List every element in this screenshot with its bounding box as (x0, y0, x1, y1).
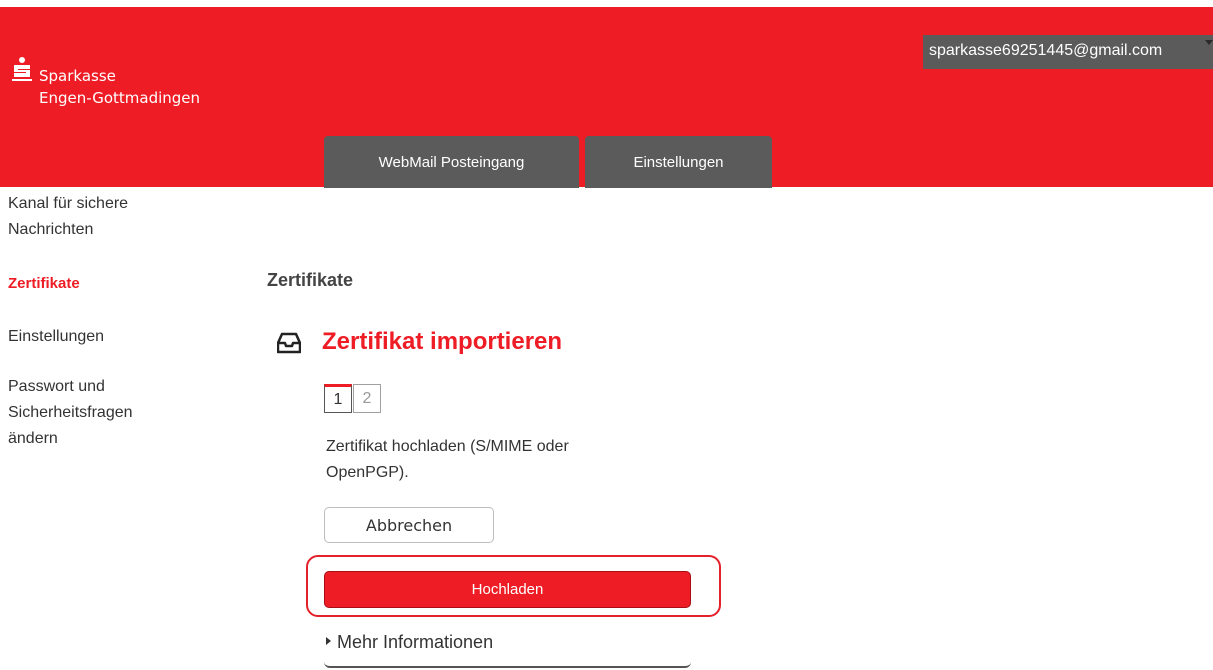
user-menu[interactable]: sparkasse69251445@gmail.com (923, 35, 1213, 69)
more-info-toggle[interactable]: Mehr Informationen (324, 632, 691, 668)
caret-down-icon (1205, 40, 1213, 45)
sparkasse-s-icon (12, 57, 32, 81)
user-email: sparkasse69251445@gmail.com (929, 42, 1163, 59)
sidebar-item-password[interactable]: Passwort und Sicherheitsfragen ändern (8, 374, 158, 452)
section-title: Zertifikate (267, 270, 354, 290)
inbox-tray-icon (277, 332, 301, 354)
tab-settings[interactable]: Einstellungen (585, 136, 772, 188)
sidebar-item-certificates[interactable]: Zertifikate (8, 271, 168, 297)
step-1: 1 (324, 384, 352, 413)
more-info-label: Mehr Informationen (337, 632, 494, 652)
brand-name: Sparkasse Engen-Gottmadingen (39, 65, 200, 109)
brand-line-2: Engen-Gottmadingen (39, 89, 201, 107)
brand-line-1: Sparkasse (39, 67, 116, 85)
sidebar-item-secure-channel[interactable]: Kanal für sichere Nachrichten (8, 191, 168, 243)
upload-button[interactable]: Hochladen (324, 571, 691, 608)
tab-webmail-inbox[interactable]: WebMail Posteingang (324, 136, 579, 188)
sidebar-item-settings[interactable]: Einstellungen (8, 324, 168, 350)
import-title: Zertifikat importieren (322, 328, 563, 355)
step-2: 2 (353, 384, 381, 413)
instruction-text: Zertifikat hochladen (S/MIME oder OpenPG… (326, 438, 569, 481)
cancel-button[interactable]: Abbrechen (324, 507, 494, 543)
expand-triangle-icon (326, 637, 331, 646)
